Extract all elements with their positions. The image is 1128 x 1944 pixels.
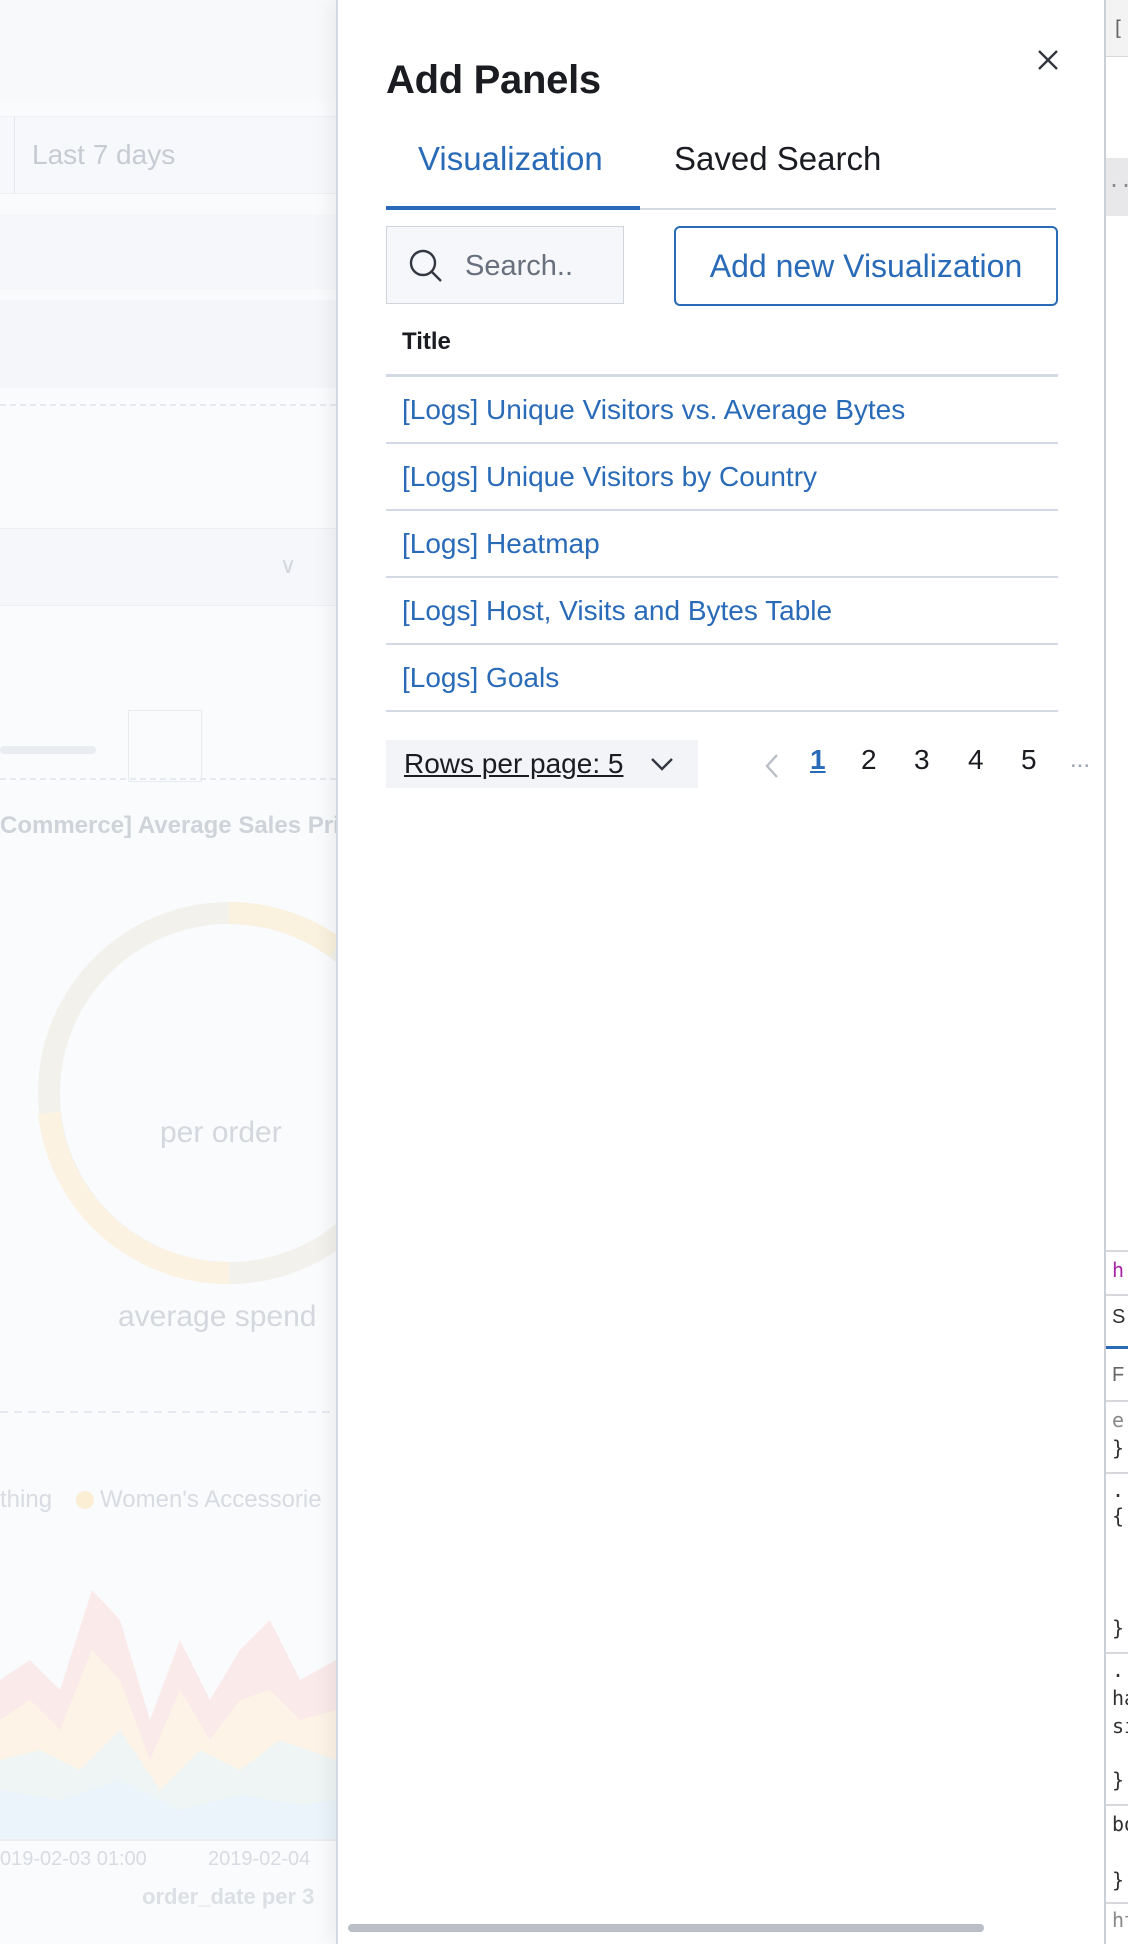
devtools-tab[interactable]: S <box>1112 1306 1125 1329</box>
page-button-5[interactable]: 5 <box>1021 744 1037 776</box>
donut-center-text: per order <box>160 1116 282 1149</box>
devtools-panel: [ ... h S F e } . { } . ha si } bo } ht <box>1104 0 1128 1944</box>
close-icon <box>1038 50 1058 70</box>
devtools-fragment: } <box>1112 1768 1125 1792</box>
legend-partial: thing <box>0 1486 53 1513</box>
devtools-divider <box>1106 1472 1128 1474</box>
donut-segment <box>228 901 336 957</box>
background-legend: thing Women's Accessorie <box>0 1486 322 1514</box>
legend-item: Women's Accessorie <box>100 1486 322 1513</box>
search-box <box>386 226 624 304</box>
devtools-fragment: } <box>1112 1616 1125 1640</box>
chevron-down-icon <box>651 758 673 771</box>
table-row: [Logs] Goals <box>386 645 1058 712</box>
visualization-link[interactable]: [Logs] Unique Visitors vs. Average Bytes <box>402 394 905 426</box>
tab-label: Saved Search <box>674 140 882 177</box>
background-dashboard: Last 7 days ∨ Commerce] Average Sales Pr… <box>0 0 336 1944</box>
saved-objects-table: Title [Logs] Unique Visitors vs. Average… <box>386 312 1058 712</box>
horizontal-scrollbar[interactable] <box>348 1924 984 1932</box>
devtools-selected-node[interactable]: ... <box>1106 158 1128 216</box>
devtools-fragment: { <box>1112 1504 1125 1528</box>
column-title-header[interactable]: Title <box>402 328 451 356</box>
visualization-link[interactable]: [Logs] Goals <box>402 662 559 694</box>
visualization-link[interactable]: [Logs] Unique Visitors by Country <box>402 461 817 493</box>
devtools-active-tab-indicator <box>1106 1346 1128 1349</box>
devtools-fragment: bo <box>1112 1812 1128 1836</box>
background-charts <box>0 901 336 1841</box>
x-tick-label: 2019-02-04 <box>208 1848 311 1870</box>
devtools-fragment: h <box>1112 1258 1125 1282</box>
devtools-filter[interactable]: F <box>1112 1364 1124 1387</box>
devtools-divider <box>1106 1804 1128 1806</box>
devtools-fragment: e <box>1112 1408 1125 1432</box>
devtools-divider <box>1106 1294 1128 1296</box>
x-tick-label: 019-02-03 01:00 <box>0 1848 147 1870</box>
page-button-4[interactable]: 4 <box>968 744 984 776</box>
search-input[interactable] <box>463 243 617 289</box>
table-row: [Logs] Unique Visitors by Country <box>386 444 1058 511</box>
legend-dot <box>76 1491 95 1509</box>
devtools-divider <box>1106 1400 1128 1402</box>
devtools-fragment: . <box>1112 1478 1125 1502</box>
table-row: [Logs] Heatmap <box>386 511 1058 578</box>
pagination-ellipsis: ... <box>1070 746 1091 773</box>
x-axis-label: order_date per 3 <box>142 1884 315 1909</box>
devtools-toolbar: [ <box>1106 0 1128 57</box>
rows-per-page-button[interactable]: Rows per page: 5 <box>386 740 698 788</box>
devtools-fragment: } <box>1112 1436 1125 1460</box>
tab-label: Visualization <box>418 140 603 177</box>
tab-bar: Visualization Saved Search <box>386 136 1056 210</box>
devtools-fragment: [ <box>1112 16 1125 40</box>
table-row: [Logs] Unique Visitors vs. Average Bytes <box>386 377 1058 444</box>
devtools-fragment: si <box>1112 1714 1128 1738</box>
devtools-fragment: . <box>1112 1658 1125 1682</box>
devtools-fragment: ht <box>1112 1908 1128 1932</box>
add-panels-flyout: Add Panels Visualization Saved Search Ad… <box>336 0 1106 1944</box>
devtools-fragment: ... <box>1108 168 1128 192</box>
flyout-title: Add Panels <box>386 58 601 102</box>
add-new-visualization-button[interactable]: Add new Visualization <box>674 226 1058 306</box>
table-row: [Logs] Host, Visits and Bytes Table <box>386 578 1058 645</box>
table-header: Title <box>386 312 1058 377</box>
visualization-link[interactable]: [Logs] Host, Visits and Bytes Table <box>402 595 832 627</box>
tab-saved-search[interactable]: Saved Search <box>640 136 890 208</box>
visualization-link[interactable]: [Logs] Heatmap <box>402 528 600 560</box>
search-icon <box>409 249 442 282</box>
devtools-divider <box>1106 1652 1128 1654</box>
devtools-fragment: } <box>1112 1868 1125 1892</box>
rows-per-page-label: Rows per page: 5 <box>404 748 624 779</box>
chevron-left-icon[interactable] <box>762 752 782 780</box>
page-button-1[interactable]: 1 <box>810 744 826 776</box>
devtools-fragment: ha <box>1112 1686 1128 1710</box>
tab-visualization[interactable]: Visualization <box>386 136 640 210</box>
devtools-divider <box>1106 1902 1128 1904</box>
donut-caption: average spend <box>118 1300 317 1333</box>
page-button-3[interactable]: 3 <box>914 744 930 776</box>
devtools-divider <box>1106 1250 1128 1252</box>
page-button-2[interactable]: 2 <box>861 744 877 776</box>
close-button[interactable] <box>1030 42 1066 78</box>
